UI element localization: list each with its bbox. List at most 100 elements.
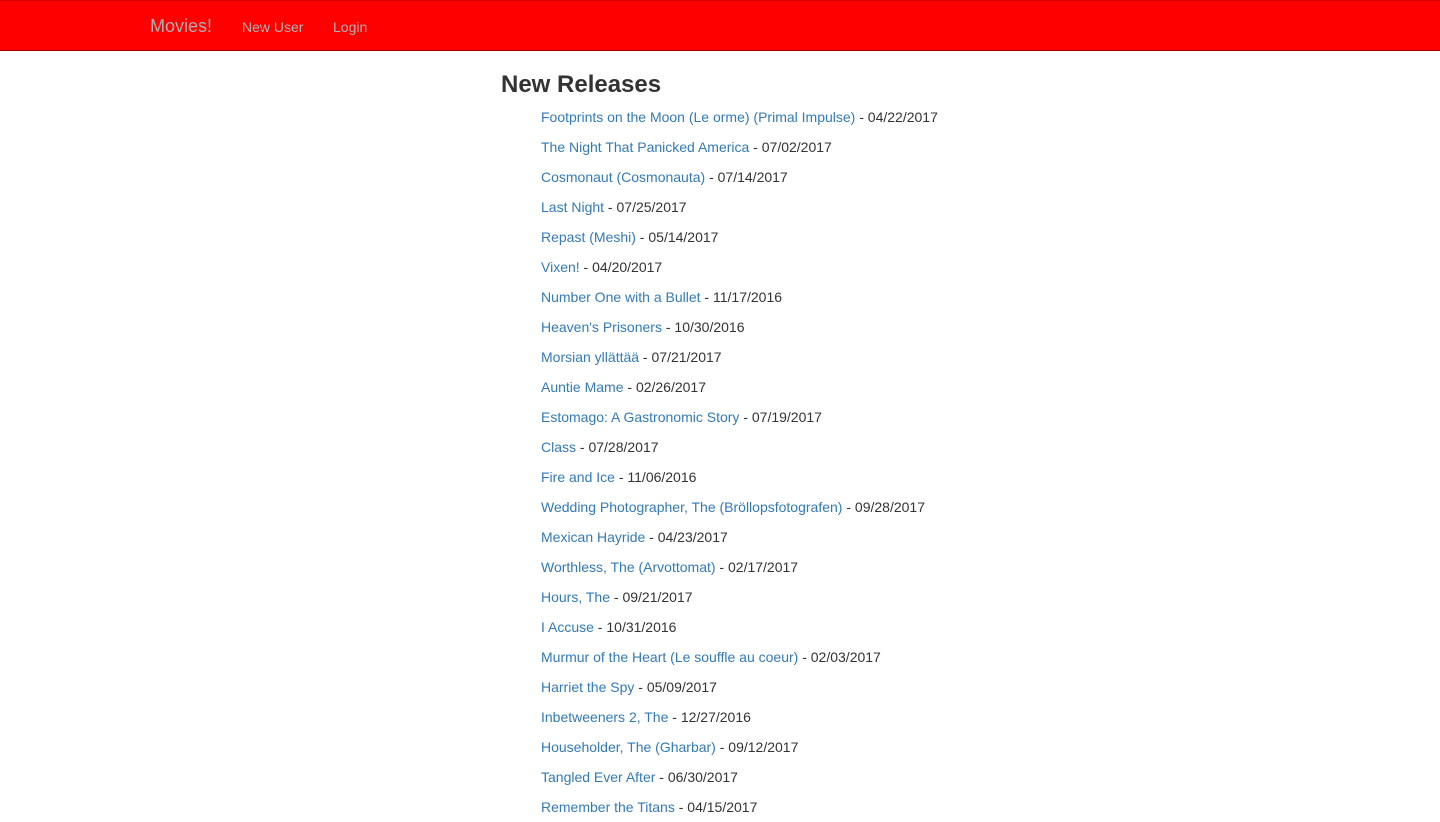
main-content: New Releases Footprints on the Moon (Le … bbox=[501, 70, 1201, 822]
movie-title-link[interactable]: Cosmonaut (Cosmonauta) bbox=[541, 169, 705, 185]
list-item: The Night That Panicked America - 07/02/… bbox=[541, 132, 1201, 162]
release-date: 07/19/2017 bbox=[751, 409, 822, 425]
list-item: Fire and Ice - 11/06/2016 bbox=[541, 462, 1201, 492]
title-date-separator: - bbox=[593, 619, 607, 635]
movie-title-link[interactable]: Heaven's Prisoners bbox=[541, 319, 662, 335]
movie-title-link[interactable]: Number One with a Bullet bbox=[541, 289, 701, 305]
movie-title-link[interactable]: Vixen! bbox=[541, 259, 580, 275]
release-date: 02/17/2017 bbox=[728, 559, 799, 575]
release-date: 04/22/2017 bbox=[867, 109, 938, 125]
title-date-separator: - bbox=[715, 559, 728, 575]
release-date: 11/17/2016 bbox=[712, 289, 783, 305]
list-item: Vixen! - 04/20/2017 bbox=[541, 252, 1201, 282]
list-item: Tangled Ever After - 06/30/2017 bbox=[541, 762, 1201, 792]
movie-title-link[interactable]: Morsian yllättää bbox=[541, 349, 639, 365]
movie-title-link[interactable]: Harriet the Spy bbox=[541, 679, 634, 695]
title-date-separator: - bbox=[700, 289, 713, 305]
top-navbar: Movies! New User Login bbox=[0, 0, 1440, 51]
list-item: Class - 07/28/2017 bbox=[541, 432, 1201, 462]
list-item: Auntie Mame - 02/26/2017 bbox=[541, 372, 1201, 402]
movie-title-link[interactable]: The Night That Panicked America bbox=[541, 139, 749, 155]
release-date: 06/30/2017 bbox=[667, 769, 738, 785]
movie-title-link[interactable]: Class bbox=[541, 439, 576, 455]
list-item: Repast (Meshi) - 05/14/2017 bbox=[541, 222, 1201, 252]
title-date-separator: - bbox=[855, 109, 868, 125]
movie-title-link[interactable]: Remember the Titans bbox=[541, 799, 675, 815]
nav-login-link[interactable]: Login bbox=[333, 18, 367, 36]
title-date-separator: - bbox=[634, 679, 647, 695]
list-item: Hours, The - 09/21/2017 bbox=[541, 582, 1201, 612]
release-date: 07/28/2017 bbox=[588, 439, 659, 455]
list-item: Householder, The (Gharbar) - 09/12/2017 bbox=[541, 732, 1201, 762]
title-date-separator: - bbox=[705, 169, 718, 185]
list-item: Worthless, The (Arvottomat) - 02/17/2017 bbox=[541, 552, 1201, 582]
nav-new-user-link[interactable]: New User bbox=[242, 18, 303, 36]
release-date: 09/12/2017 bbox=[728, 739, 799, 755]
movie-title-link[interactable]: Hours, The bbox=[541, 589, 610, 605]
title-date-separator: - bbox=[604, 199, 617, 215]
movie-title-link[interactable]: Householder, The (Gharbar) bbox=[541, 739, 716, 755]
release-date: 04/20/2017 bbox=[592, 259, 663, 275]
release-date: 09/28/2017 bbox=[854, 499, 925, 515]
title-date-separator: - bbox=[610, 589, 623, 605]
movie-title-link[interactable]: Footprints on the Moon (Le orme) (Primal… bbox=[541, 109, 855, 125]
movie-title-link[interactable]: I Accuse bbox=[541, 619, 594, 635]
release-date: 04/23/2017 bbox=[657, 529, 728, 545]
release-date: 11/06/2016 bbox=[627, 469, 697, 485]
list-item: I Accuse - 10/31/2016 bbox=[541, 612, 1201, 642]
page-title: New Releases bbox=[501, 71, 662, 98]
title-date-separator: - bbox=[798, 649, 811, 665]
list-item: Heaven's Prisoners - 10/30/2016 bbox=[541, 312, 1201, 342]
title-date-separator: - bbox=[715, 739, 729, 755]
release-date: 12/27/2016 bbox=[680, 709, 751, 725]
release-date: 05/09/2017 bbox=[646, 679, 717, 695]
movie-title-link[interactable]: Last Night bbox=[541, 199, 604, 215]
list-item: Morsian yllättää - 07/21/2017 bbox=[541, 342, 1201, 372]
release-date: 10/31/2016 bbox=[606, 619, 677, 635]
movie-title-link[interactable]: Fire and Ice bbox=[541, 469, 615, 485]
list-item: Wedding Photographer, The (Bröllopsfotog… bbox=[541, 492, 1201, 522]
title-date-separator: - bbox=[655, 769, 668, 785]
list-item: Murmur of the Heart (Le souffle au coeur… bbox=[541, 642, 1201, 672]
release-date: 09/21/2017 bbox=[622, 589, 693, 605]
title-date-separator: - bbox=[668, 709, 681, 725]
movie-title-link[interactable]: Mexican Hayride bbox=[541, 529, 645, 545]
release-date: 07/21/2017 bbox=[651, 349, 722, 365]
movie-title-link[interactable]: Repast (Meshi) bbox=[541, 229, 636, 245]
release-date: 07/02/2017 bbox=[761, 139, 832, 155]
movie-title-link[interactable]: Worthless, The (Arvottomat) bbox=[541, 559, 716, 575]
title-date-separator: - bbox=[749, 139, 762, 155]
title-date-separator: - bbox=[645, 529, 658, 545]
list-item: Number One with a Bullet - 11/17/2016 bbox=[541, 282, 1201, 312]
title-date-separator: - bbox=[842, 499, 855, 515]
release-date: 07/25/2017 bbox=[616, 199, 687, 215]
brand-link[interactable]: Movies! bbox=[150, 16, 212, 36]
movie-title-link[interactable]: Murmur of the Heart (Le souffle au coeur… bbox=[541, 649, 798, 665]
list-item: Estomago: A Gastronomic Story - 07/19/20… bbox=[541, 402, 1201, 432]
movie-title-link[interactable]: Estomago: A Gastronomic Story bbox=[541, 409, 739, 425]
list-item: Harriet the Spy - 05/09/2017 bbox=[541, 672, 1201, 702]
title-date-separator: - bbox=[635, 229, 649, 245]
title-date-separator: - bbox=[674, 799, 688, 815]
list-item: Remember the Titans - 04/15/2017 bbox=[541, 792, 1201, 822]
title-date-separator: - bbox=[661, 319, 675, 335]
release-date: 07/14/2017 bbox=[717, 169, 788, 185]
movie-title-link[interactable]: Auntie Mame bbox=[541, 379, 623, 395]
title-date-separator: - bbox=[623, 379, 636, 395]
release-date: 05/14/2017 bbox=[648, 229, 719, 245]
movie-title-link[interactable]: Inbetweeners 2, The bbox=[541, 709, 668, 725]
release-date: 04/15/2017 bbox=[687, 799, 758, 815]
list-item: Inbetweeners 2, The - 12/27/2016 bbox=[541, 702, 1201, 732]
title-date-separator: - bbox=[739, 409, 752, 425]
release-date: 02/03/2017 bbox=[810, 649, 881, 665]
title-date-separator: - bbox=[579, 259, 593, 275]
release-list: Footprints on the Moon (Le orme) (Primal… bbox=[501, 102, 1201, 822]
title-date-separator: - bbox=[576, 439, 589, 455]
list-item: Mexican Hayride - 04/23/2017 bbox=[541, 522, 1201, 552]
movie-title-link[interactable]: Wedding Photographer, The (Bröllopsfotog… bbox=[541, 499, 842, 515]
list-item: Last Night - 07/25/2017 bbox=[541, 192, 1201, 222]
title-date-separator: - bbox=[614, 469, 628, 485]
release-date: 02/26/2017 bbox=[635, 379, 707, 395]
list-item: Footprints on the Moon (Le orme) (Primal… bbox=[541, 102, 1201, 132]
movie-title-link[interactable]: Tangled Ever After bbox=[541, 769, 655, 785]
